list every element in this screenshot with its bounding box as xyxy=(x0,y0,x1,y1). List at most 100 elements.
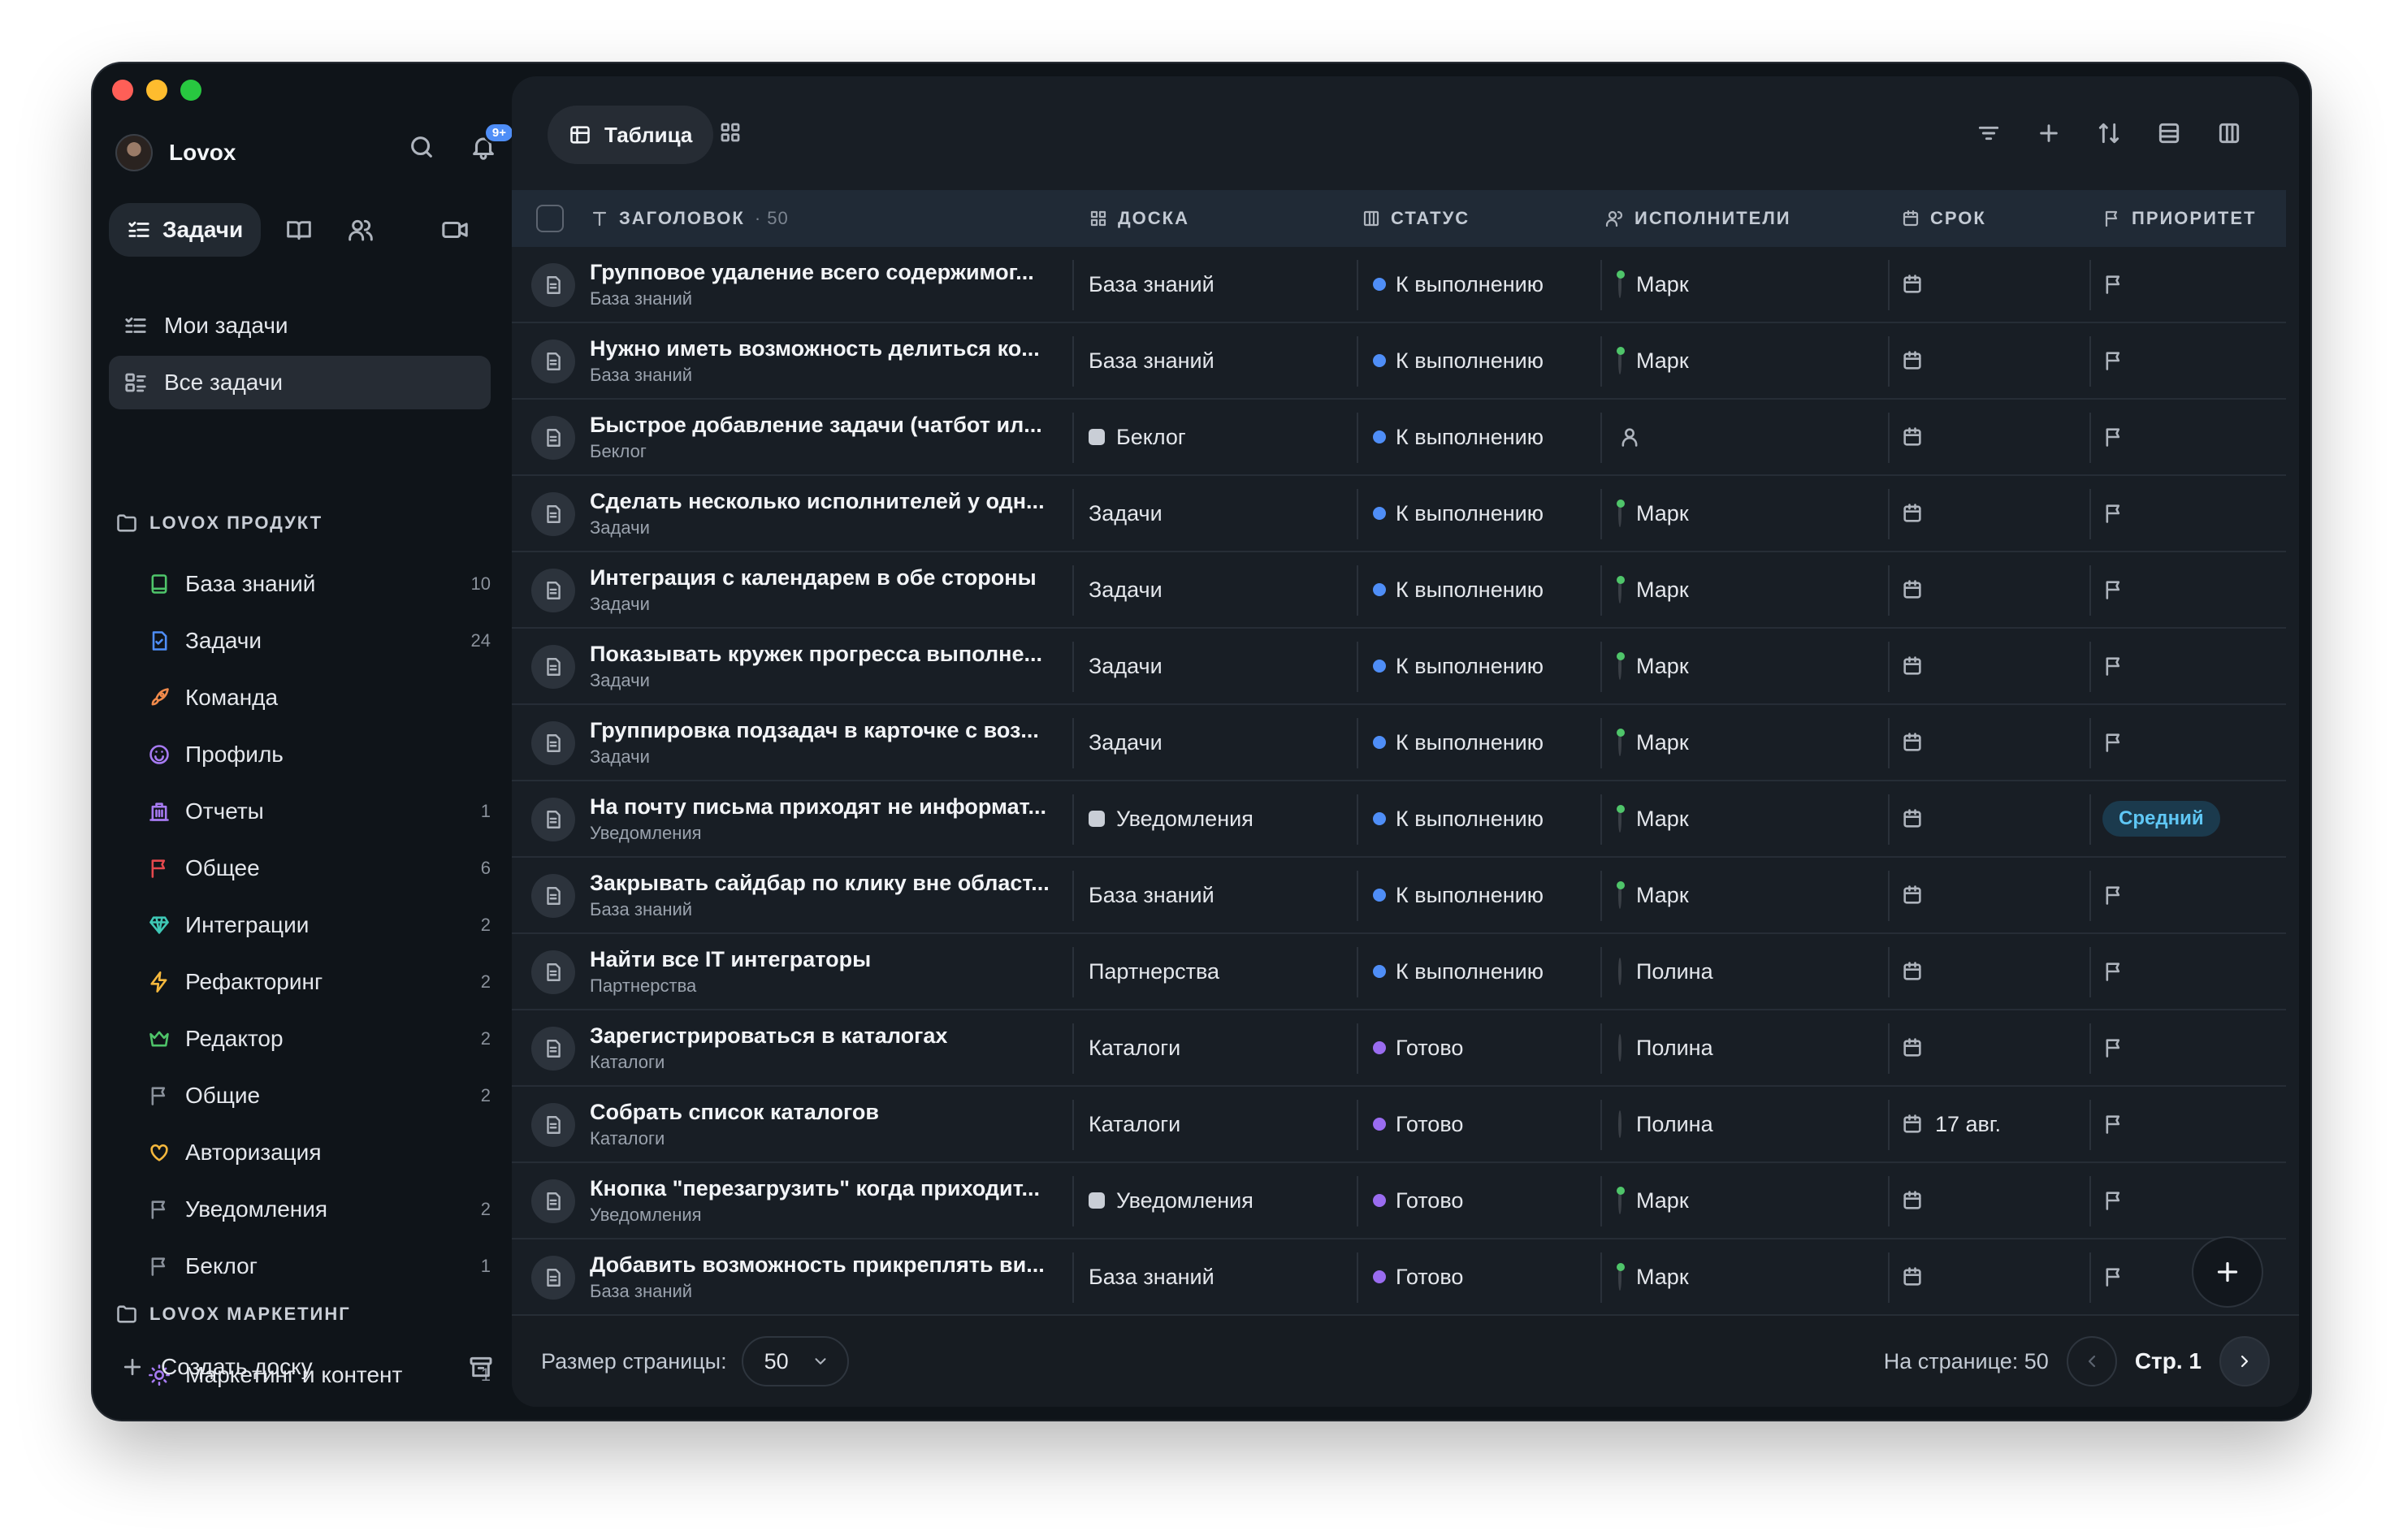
task-due-cell[interactable] xyxy=(1901,400,1924,474)
task-title-cell[interactable]: Собрать список каталогов Каталоги xyxy=(590,1087,1061,1161)
task-assignee-cell[interactable]: Полина xyxy=(1618,1087,1713,1161)
task-status-cell[interactable]: Готово xyxy=(1373,1163,1463,1238)
task-due-cell[interactable] xyxy=(1901,1163,1924,1238)
task-assignee-cell[interactable]: Марк xyxy=(1617,1163,1689,1238)
task-doc-button[interactable] xyxy=(531,1027,575,1071)
task-due-cell[interactable] xyxy=(1901,323,1924,398)
tab-people[interactable] xyxy=(337,206,384,253)
task-priority-cell[interactable] xyxy=(2102,1239,2125,1314)
columns-icon[interactable] xyxy=(2216,120,2242,146)
task-status-cell[interactable]: К выполнению xyxy=(1373,247,1544,322)
task-board-cell[interactable]: Задачи xyxy=(1089,552,1163,627)
task-board-cell[interactable]: Каталоги xyxy=(1089,1087,1180,1161)
board-item-backlog[interactable]: Беклог 1 xyxy=(125,1238,491,1295)
task-doc-button[interactable] xyxy=(531,263,575,307)
tab-tasks[interactable]: Задачи xyxy=(109,203,262,257)
grid-view-icon[interactable] xyxy=(718,120,743,145)
task-priority-cell[interactable] xyxy=(2102,476,2125,551)
task-doc-button[interactable] xyxy=(531,950,575,994)
table-row[interactable]: Групповое удаление всего содержимог... Ба… xyxy=(512,247,2286,323)
task-assignee-cell[interactable]: Марк xyxy=(1617,705,1689,780)
plus-icon[interactable] xyxy=(2036,120,2062,146)
workspace-avatar[interactable] xyxy=(115,134,153,171)
table-row[interactable]: Собрать список каталогов Каталоги Каталоги… xyxy=(512,1087,2286,1163)
task-board-cell[interactable]: Задачи xyxy=(1089,629,1163,703)
tab-table[interactable]: Таблица xyxy=(548,106,714,164)
nav-my-tasks[interactable]: Мои задачи xyxy=(109,299,491,353)
task-doc-button[interactable] xyxy=(531,721,575,765)
table-row[interactable]: Закрывать сайдбар по клику вне област...… xyxy=(512,858,2286,934)
task-board-cell[interactable]: База знаний xyxy=(1089,323,1214,398)
filter-icon[interactable] xyxy=(1976,120,2002,146)
task-due-cell[interactable] xyxy=(1901,1239,1924,1314)
task-title-cell[interactable]: Закрывать сайдбар по клику вне област...… xyxy=(590,858,1061,932)
task-doc-button[interactable] xyxy=(531,874,575,918)
board-item-editor[interactable]: Редактор 2 xyxy=(125,1010,491,1067)
board-item-refactoring[interactable]: Рефакторинг 2 xyxy=(125,954,491,1010)
rows-icon[interactable] xyxy=(2156,120,2182,146)
board-item-profile[interactable]: Профиль xyxy=(125,726,491,783)
table-row[interactable]: Кнопка "перезагрузить" когда приходит...… xyxy=(512,1163,2286,1239)
board-item-team[interactable]: Команда xyxy=(125,669,491,726)
column-assignees[interactable]: ИСПОЛНИТЕЛИ xyxy=(1605,208,1791,229)
task-doc-button[interactable] xyxy=(531,798,575,841)
column-due[interactable]: СРОК xyxy=(1901,208,1986,229)
task-due-cell[interactable] xyxy=(1901,552,1924,627)
task-assignee-cell[interactable]: Полина xyxy=(1618,934,1713,1009)
nav-all-tasks[interactable]: Все задачи xyxy=(109,356,491,409)
table-row[interactable]: Интеграция с календарем в обе стороны Зад… xyxy=(512,552,2286,629)
task-status-cell[interactable]: К выполнению xyxy=(1373,781,1544,856)
task-due-cell[interactable] xyxy=(1901,247,1924,322)
task-priority-cell[interactable] xyxy=(2102,552,2125,627)
task-due-cell[interactable]: 17 авг. xyxy=(1901,1087,2001,1161)
task-status-cell[interactable]: К выполнению xyxy=(1373,552,1544,627)
task-priority-cell[interactable] xyxy=(2102,1010,2125,1085)
task-doc-button[interactable] xyxy=(531,1103,575,1147)
column-priority[interactable]: ПРИОРИТЕТ xyxy=(2102,208,2256,229)
task-status-cell[interactable]: К выполнению xyxy=(1373,629,1544,703)
task-board-cell[interactable]: Задачи xyxy=(1089,476,1163,551)
task-title-cell[interactable]: Кнопка "перезагрузить" когда приходит...… xyxy=(590,1163,1061,1238)
task-status-cell[interactable]: Готово xyxy=(1373,1087,1463,1161)
table-row[interactable]: Найти все IT интеграторы Партнерства Партн… xyxy=(512,934,2286,1010)
task-doc-button[interactable] xyxy=(531,645,575,689)
task-due-cell[interactable] xyxy=(1901,781,1924,856)
task-priority-cell[interactable] xyxy=(2102,858,2125,932)
section-lovox-marketing[interactable]: LOVOX МАРКЕТИНГ xyxy=(115,1303,497,1326)
table-row[interactable]: На почту письма приходят не информат... У… xyxy=(512,781,2286,858)
task-status-cell[interactable]: К выполнению xyxy=(1373,400,1544,474)
task-priority-cell[interactable] xyxy=(2102,247,2125,322)
task-doc-button[interactable] xyxy=(531,1179,575,1223)
task-due-cell[interactable] xyxy=(1901,476,1924,551)
task-board-cell[interactable]: Партнерства xyxy=(1089,934,1219,1009)
task-title-cell[interactable]: Нужно иметь возможность делиться ко... Ба… xyxy=(590,323,1061,398)
board-item-auth[interactable]: Авторизация xyxy=(125,1124,491,1181)
task-board-cell[interactable]: Уведомления xyxy=(1089,1163,1253,1238)
column-status[interactable]: СТАТУС xyxy=(1362,208,1470,229)
task-priority-cell[interactable] xyxy=(2102,1163,2125,1238)
task-due-cell[interactable] xyxy=(1901,705,1924,780)
task-board-cell[interactable]: Задачи xyxy=(1089,705,1163,780)
board-item-general[interactable]: Общее 6 xyxy=(125,840,491,897)
task-title-cell[interactable]: Группировка подзадач в карточке с воз...… xyxy=(590,705,1061,780)
search-icon[interactable] xyxy=(408,133,435,161)
task-priority-cell[interactable]: Средний xyxy=(2102,781,2220,856)
task-status-cell[interactable]: Готово xyxy=(1373,1010,1463,1085)
task-doc-button[interactable] xyxy=(531,492,575,536)
task-assignee-cell[interactable]: Марк xyxy=(1617,1239,1689,1314)
table-row[interactable]: Сделать несколько исполнителей у одн... З… xyxy=(512,476,2286,552)
task-priority-cell[interactable] xyxy=(2102,323,2125,398)
task-title-cell[interactable]: Найти все IT интеграторы Партнерства xyxy=(590,934,1061,1009)
workspace-name[interactable]: Lovox xyxy=(169,140,236,166)
board-item-reports[interactable]: Отчеты 1 xyxy=(125,783,491,840)
task-doc-button[interactable] xyxy=(531,416,575,460)
table-row[interactable]: Добавить возможность прикреплять ви... Ба… xyxy=(512,1239,2286,1316)
task-priority-cell[interactable] xyxy=(2102,629,2125,703)
task-status-cell[interactable]: Готово xyxy=(1373,1239,1463,1314)
task-title-cell[interactable]: Показывать кружек прогресса выполне... За… xyxy=(590,629,1061,703)
task-board-cell[interactable]: База знаний xyxy=(1089,1239,1214,1314)
tab-knowledge[interactable] xyxy=(275,206,323,253)
board-item-common[interactable]: Общие 2 xyxy=(125,1067,491,1124)
table-row[interactable]: Нужно иметь возможность делиться ко... Ба… xyxy=(512,323,2286,400)
task-status-cell[interactable]: К выполнению xyxy=(1373,476,1544,551)
